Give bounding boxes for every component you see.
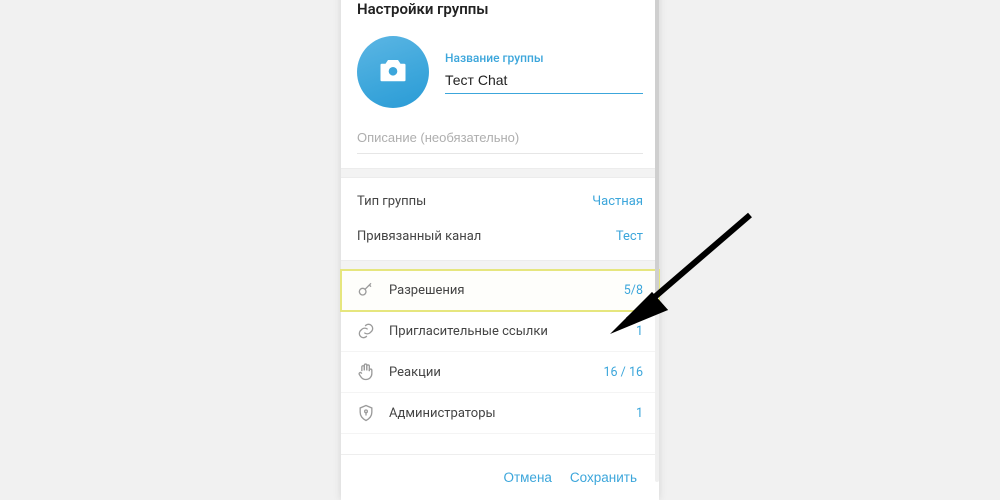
menu-section: Разрешения 5/8 Пригласительные ссылки 1 Реак…: [341, 270, 659, 434]
key-icon: [355, 279, 377, 301]
group-name-input[interactable]: [445, 69, 643, 94]
permissions-item[interactable]: Разрешения 5/8: [341, 270, 659, 311]
save-button[interactable]: Сохранить: [570, 470, 637, 485]
description-row: [341, 126, 659, 168]
photo-name-row: Название группы: [341, 22, 659, 126]
scrollbar[interactable]: [655, 0, 659, 482]
group-name-label: Название группы: [445, 51, 643, 65]
menu-item-value: 1: [636, 324, 647, 339]
description-input[interactable]: [357, 126, 643, 154]
invite-links-item[interactable]: Пригласительные ссылки 1: [341, 311, 659, 352]
scroll-thumb[interactable]: [655, 0, 659, 292]
menu-item-value: 16 / 16: [604, 365, 647, 380]
stage: Настройки группы Название группы Тип гру…: [0, 0, 1000, 500]
section-separator: [341, 260, 659, 270]
link-icon: [355, 320, 377, 342]
camera-icon: [378, 57, 408, 87]
group-settings-panel: Настройки группы Название группы Тип гру…: [341, 0, 659, 500]
info-value: Частная: [592, 194, 643, 209]
hand-icon: [355, 361, 377, 383]
footer-bar: Отмена Сохранить: [341, 454, 659, 500]
shield-icon: [355, 402, 377, 424]
section-separator: [341, 168, 659, 178]
info-key: Тип группы: [357, 194, 426, 209]
info-key: Привязанный канал: [357, 229, 481, 244]
cancel-button[interactable]: Отмена: [503, 470, 551, 485]
menu-item-label: Реакции: [389, 365, 592, 380]
administrators-item[interactable]: Администраторы 1: [341, 393, 659, 434]
menu-item-label: Разрешения: [389, 283, 612, 298]
panel-title: Настройки группы: [341, 0, 659, 22]
info-value: Тест: [616, 229, 643, 244]
menu-item-label: Пригласительные ссылки: [389, 324, 624, 339]
group-photo-button[interactable]: [357, 36, 429, 108]
menu-item-label: Администраторы: [389, 406, 624, 421]
reactions-item[interactable]: Реакции 16 / 16: [341, 352, 659, 393]
group-type-row[interactable]: Тип группы Частная: [341, 184, 659, 219]
info-section: Тип группы Частная Привязанный канал Тест: [341, 178, 659, 260]
linked-channel-row[interactable]: Привязанный канал Тест: [341, 219, 659, 254]
menu-item-value: 5/8: [624, 283, 647, 298]
menu-item-value: 1: [636, 406, 647, 421]
